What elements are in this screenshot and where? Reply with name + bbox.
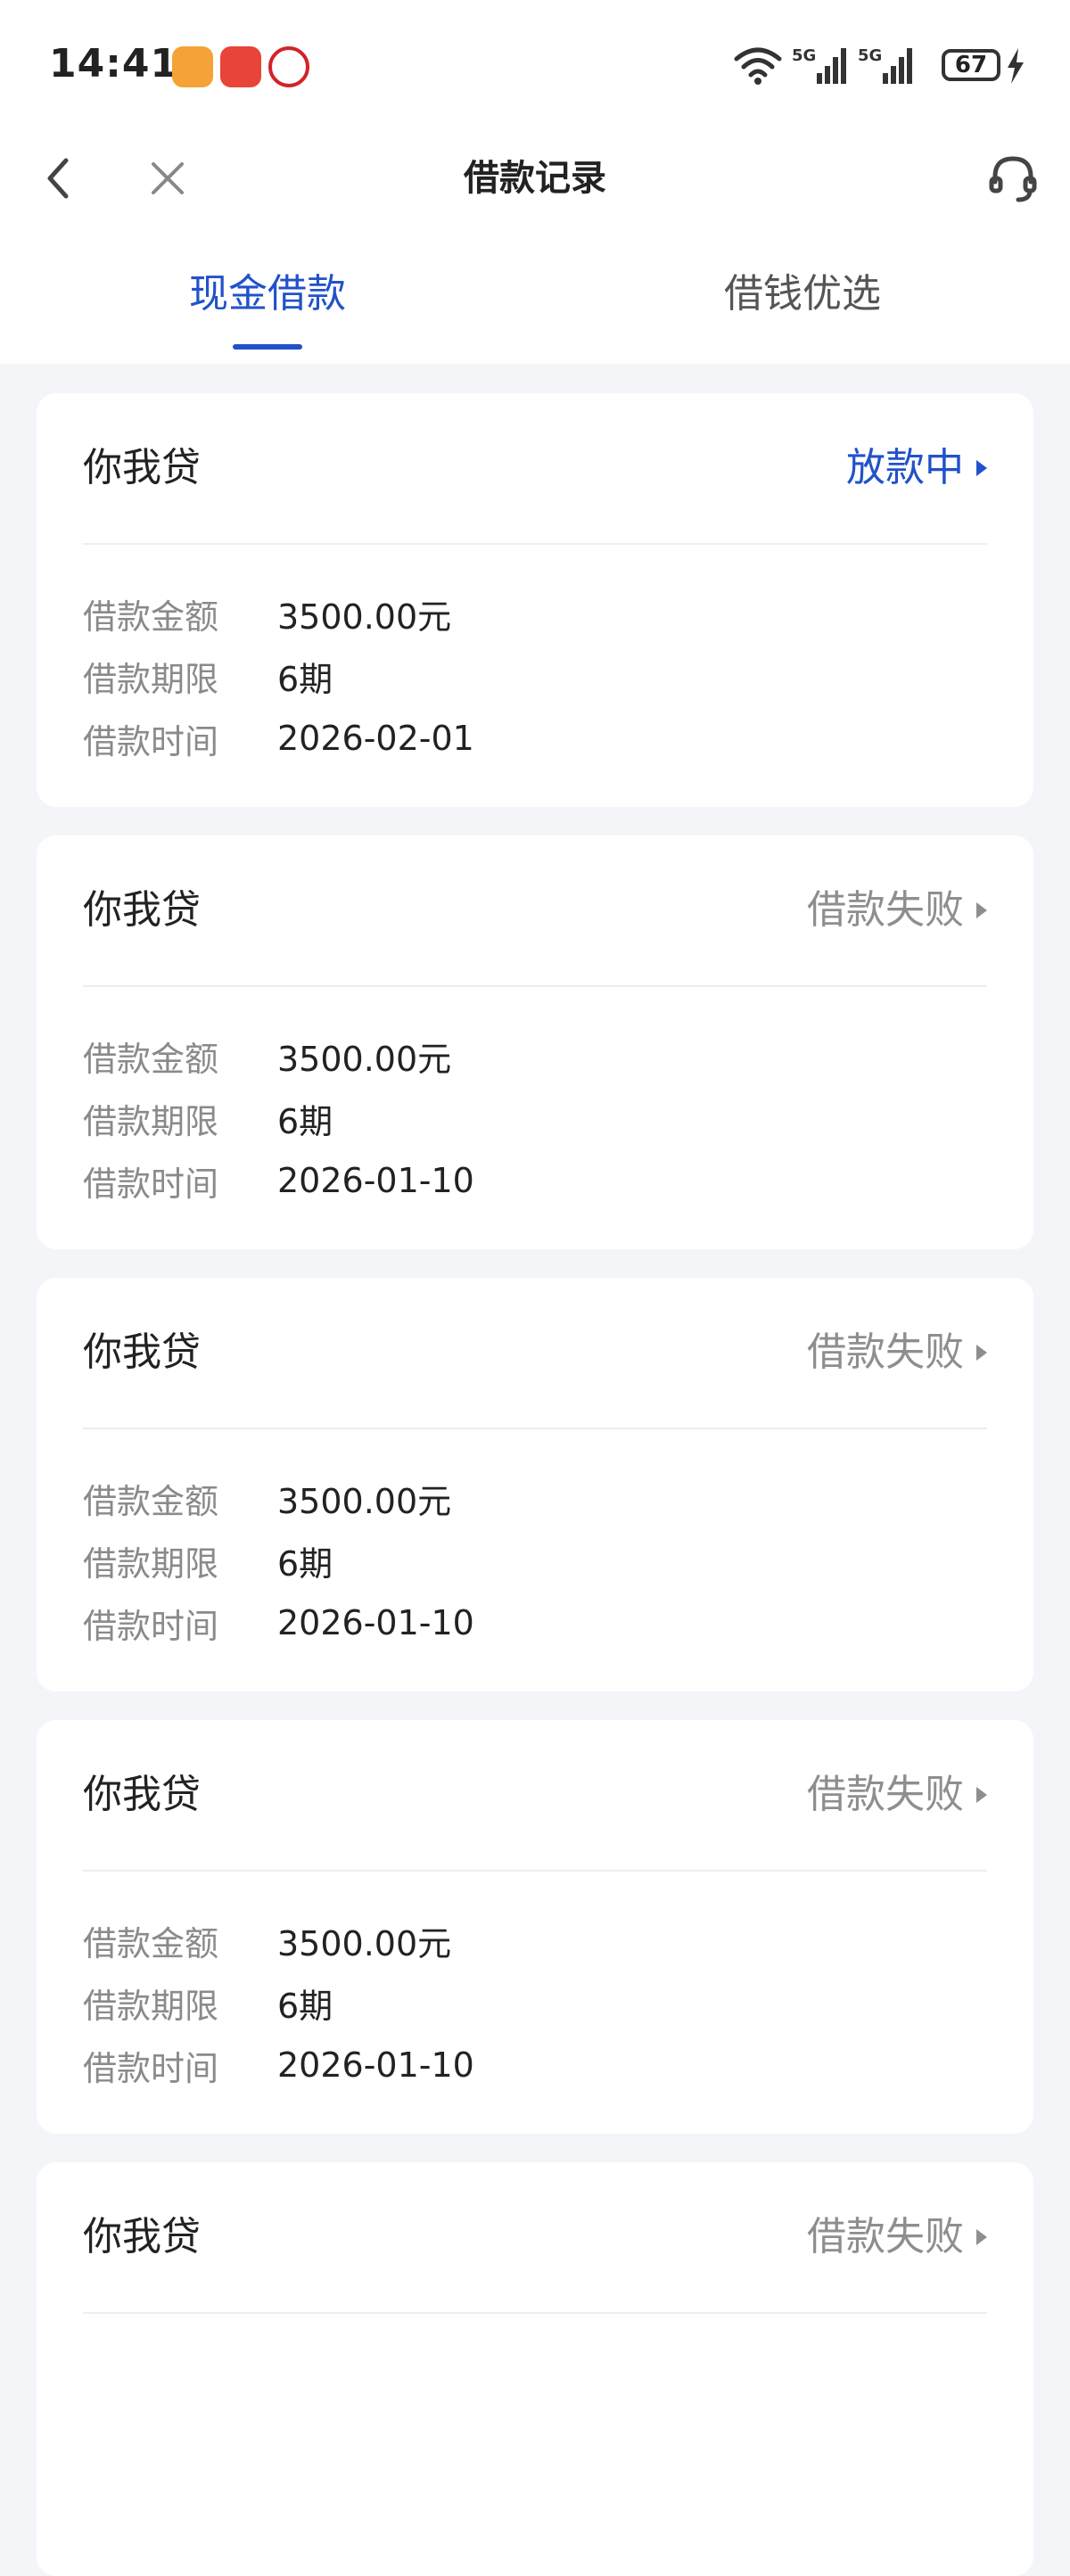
amount-row: 借款金额 3500.00元 bbox=[83, 1909, 474, 1971]
caret-right-icon bbox=[976, 902, 987, 918]
lender-name: 你我贷 bbox=[83, 2214, 201, 2259]
caret-right-icon bbox=[976, 1787, 987, 1803]
time-row: 借款时间 2026-01-10 bbox=[83, 2034, 474, 2096]
amount-label: 借款金额 bbox=[83, 597, 219, 637]
amount-row: 借款金额 3500.00元 bbox=[83, 1025, 474, 1087]
tab-loan-preferred[interactable]: 借钱优选 bbox=[624, 269, 981, 319]
svg-text:5G: 5G bbox=[792, 46, 816, 65]
caret-right-icon bbox=[976, 2229, 987, 2245]
lender-name: 你我贷 bbox=[83, 1329, 201, 1375]
battery-indicator: 67 bbox=[942, 49, 1000, 81]
charging-icon bbox=[1008, 48, 1024, 84]
term-value: 6期 bbox=[277, 1543, 333, 1584]
loan-status-link[interactable]: 放款中 bbox=[846, 441, 987, 495]
card-details: 借款金额 3500.00元 借款期限 6期 借款时间 2026-01-10 bbox=[83, 1909, 474, 2096]
tab-bar: 现金借款 借钱优选 bbox=[0, 259, 1070, 364]
svg-text:5G: 5G bbox=[858, 46, 882, 65]
card-header: 你我贷 借款失败 bbox=[83, 2162, 987, 2314]
term-label: 借款期限 bbox=[83, 1101, 219, 1141]
time-value: 2026-01-10 bbox=[277, 1603, 474, 1642]
time-value: 2026-01-10 bbox=[277, 2045, 474, 2085]
loan-status-link[interactable]: 借款失败 bbox=[807, 1326, 987, 1379]
status-time: 14:41 bbox=[49, 41, 179, 86]
loan-record-card[interactable]: 你我贷 借款失败 bbox=[37, 2162, 1033, 2576]
card-header: 你我贷 借款失败 bbox=[83, 835, 987, 987]
time-row: 借款时间 2026-01-10 bbox=[83, 1592, 474, 1654]
amount-row: 借款金额 3500.00元 bbox=[83, 1467, 474, 1529]
lender-name: 你我贷 bbox=[83, 1772, 201, 1817]
status-indicators: 5G 5G 67 bbox=[733, 45, 1027, 89]
loan-status: 借款失败 bbox=[807, 2214, 964, 2259]
loan-record-card[interactable]: 你我贷 借款失败 借款金额 3500.00元 借款期限 6期 借款时间 2026… bbox=[37, 1278, 1033, 1691]
amount-value: 3500.00元 bbox=[277, 1923, 452, 1963]
term-value: 6期 bbox=[277, 1101, 333, 1141]
wifi-icon bbox=[734, 47, 782, 85]
lender-name: 你我贷 bbox=[83, 887, 201, 933]
loan-status: 借款失败 bbox=[807, 887, 964, 933]
term-row: 借款期限 6期 bbox=[83, 1971, 474, 2034]
caret-right-icon bbox=[976, 460, 987, 476]
signal-5g-icon-2: 5G bbox=[858, 46, 912, 84]
amount-label: 借款金额 bbox=[83, 1481, 219, 1521]
amount-row: 借款金额 3500.00元 bbox=[83, 582, 474, 645]
loan-status: 借款失败 bbox=[807, 1772, 964, 1817]
signal-5g-icon: 5G bbox=[792, 46, 846, 84]
loan-status-link[interactable]: 借款失败 bbox=[807, 884, 987, 937]
time-value: 2026-01-10 bbox=[277, 1161, 474, 1200]
card-details: 借款金额 3500.00元 借款期限 6期 借款时间 2026-01-10 bbox=[83, 1025, 474, 1212]
card-details: 借款金额 3500.00元 借款期限 6期 借款时间 2026-01-10 bbox=[83, 1467, 474, 1654]
loan-status: 借款失败 bbox=[807, 1329, 964, 1375]
amount-value: 3500.00元 bbox=[277, 1481, 452, 1521]
navigation-bar: 借款记录 bbox=[0, 134, 1070, 223]
amount-value: 3500.00元 bbox=[277, 597, 452, 637]
taobao-app-icon bbox=[172, 46, 213, 87]
loan-record-card[interactable]: 你我贷 借款失败 借款金额 3500.00元 借款期限 6期 借款时间 2026… bbox=[37, 835, 1033, 1249]
term-value: 6期 bbox=[277, 1986, 333, 2026]
headset-icon[interactable] bbox=[984, 150, 1041, 207]
time-label: 借款时间 bbox=[83, 721, 219, 761]
card-details: 借款金额 3500.00元 借款期限 6期 借款时间 2026-02-01 bbox=[83, 582, 474, 770]
time-row: 借款时间 2026-02-01 bbox=[83, 707, 474, 770]
term-row: 借款期限 6期 bbox=[83, 1529, 474, 1592]
active-tab-indicator bbox=[233, 344, 302, 350]
card-header: 你我贷 借款失败 bbox=[83, 1720, 987, 1872]
loan-record-card[interactable]: 你我贷 借款失败 借款金额 3500.00元 借款期限 6期 借款时间 2026… bbox=[37, 1720, 1033, 2134]
card-header: 你我贷 放款中 bbox=[83, 393, 987, 545]
time-label: 借款时间 bbox=[83, 2048, 219, 2088]
amount-value: 3500.00元 bbox=[277, 1039, 452, 1079]
loan-status-link[interactable]: 借款失败 bbox=[807, 1768, 987, 1822]
bank-app-icon bbox=[268, 46, 309, 87]
loan-status-link[interactable]: 借款失败 bbox=[807, 2210, 987, 2264]
game-app-icon bbox=[220, 46, 261, 87]
card-header: 你我贷 借款失败 bbox=[83, 1278, 987, 1429]
term-value: 6期 bbox=[277, 659, 333, 699]
time-label: 借款时间 bbox=[83, 1606, 219, 1646]
term-row: 借款期限 6期 bbox=[83, 1087, 474, 1149]
page-title: 借款记录 bbox=[464, 158, 606, 199]
amount-label: 借款金额 bbox=[83, 1923, 219, 1963]
term-label: 借款期限 bbox=[83, 1986, 219, 2026]
caret-right-icon bbox=[976, 1345, 987, 1361]
term-label: 借款期限 bbox=[83, 1543, 219, 1584]
header-area: 14:41 5G 5G 67 借款记录 现金借款 借钱优选 bbox=[0, 0, 1070, 364]
tab-cash-loan[interactable]: 现金借款 bbox=[89, 269, 446, 319]
time-row: 借款时间 2026-01-10 bbox=[83, 1149, 474, 1212]
term-row: 借款期限 6期 bbox=[83, 645, 474, 707]
loan-record-card[interactable]: 你我贷 放款中 借款金额 3500.00元 借款期限 6期 借款时间 2026-… bbox=[37, 393, 1033, 807]
status-bar: 14:41 5G 5G 67 bbox=[0, 0, 1070, 134]
time-value: 2026-02-01 bbox=[277, 719, 474, 758]
term-label: 借款期限 bbox=[83, 659, 219, 699]
time-label: 借款时间 bbox=[83, 1164, 219, 1204]
loan-status: 放款中 bbox=[846, 445, 964, 490]
amount-label: 借款金额 bbox=[83, 1039, 219, 1079]
lender-name: 你我贷 bbox=[83, 445, 201, 490]
